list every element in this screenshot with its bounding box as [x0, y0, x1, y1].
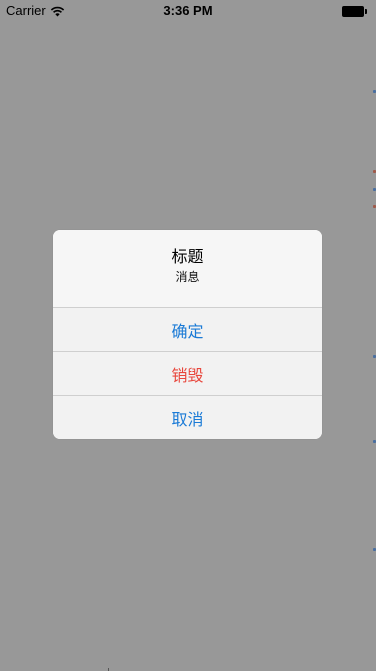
destroy-button[interactable]: 销毁 [53, 351, 322, 395]
confirm-button[interactable]: 确定 [53, 307, 322, 351]
cancel-button[interactable]: 取消 [53, 395, 322, 439]
battery-body [342, 6, 364, 17]
battery-icon [342, 6, 368, 17]
alert-header: 标题 消息 [53, 230, 322, 307]
alert-dialog: 标题 消息 确定 销毁 取消 [53, 230, 322, 439]
screen: Carrier 3:36 PM 标题 消息 确定 销毁 取消 [0, 0, 376, 671]
status-time: 3:36 PM [163, 3, 213, 18]
alert-message: 消息 [175, 270, 200, 284]
status-bar: Carrier 3:36 PM [0, 0, 376, 22]
battery-tip [365, 9, 367, 14]
alert-title: 标题 [171, 249, 204, 266]
